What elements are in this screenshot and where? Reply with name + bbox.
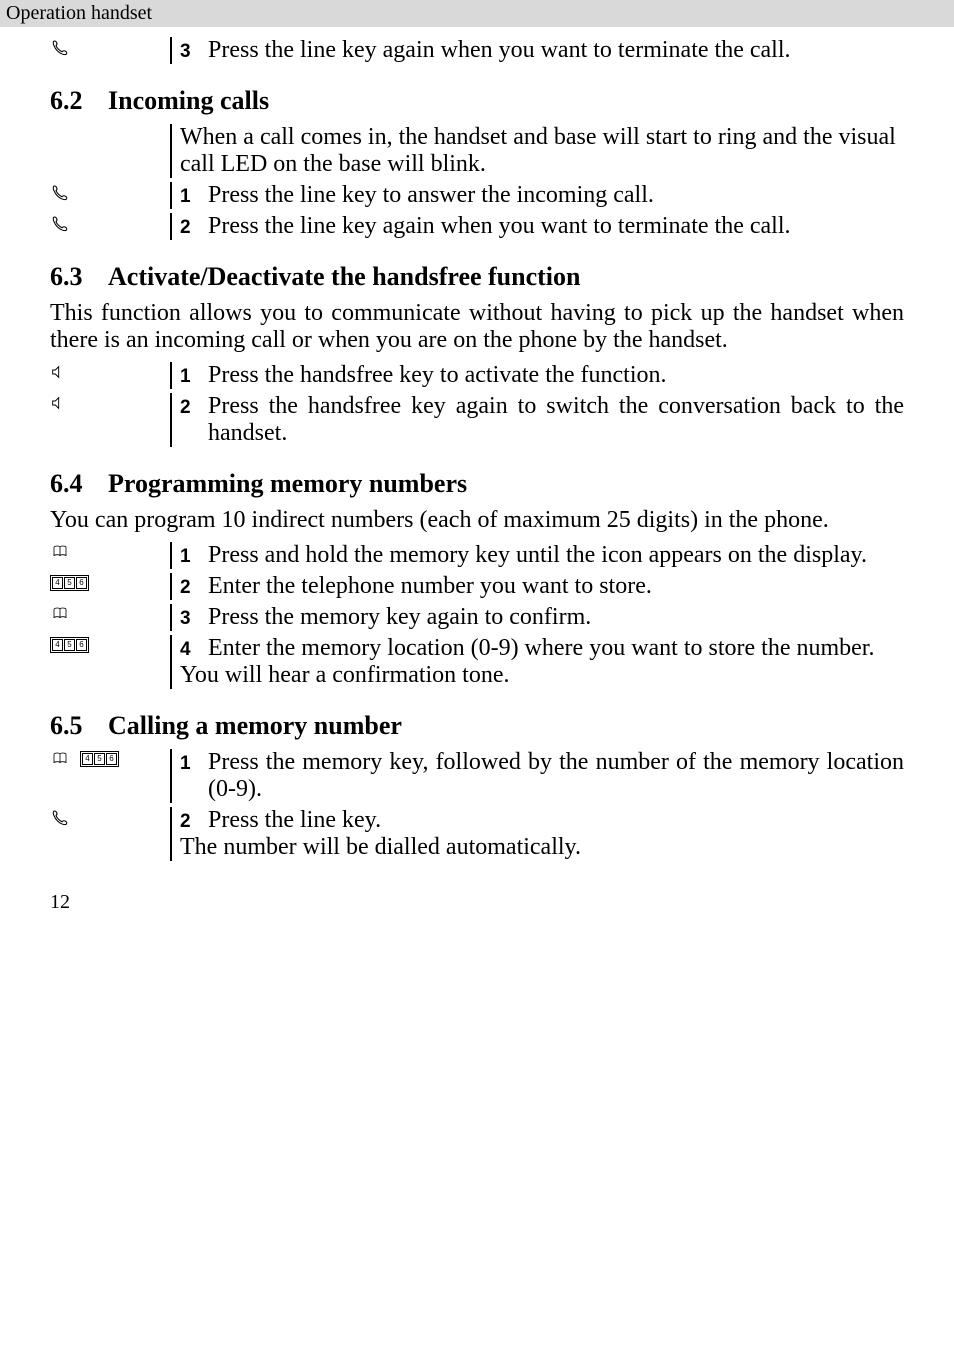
book-icon [50,544,70,560]
phone-icon [50,184,68,202]
step-text: Press the handsfree key to activate the … [208,362,904,389]
phone-icon [50,809,68,827]
step-number: 2 [180,807,208,833]
page-number: 12 [50,891,904,914]
header-text: Operation handset [6,2,152,24]
header-bar: Operation handset [0,0,954,27]
outro-text: You will hear a confirmation tone. [180,662,904,689]
step-number: 4 [180,635,208,661]
step-text: Enter the memory location (0-9) where yo… [208,635,904,662]
step-number: 3 [180,37,208,63]
outro-text: The number will be dialled automatically… [180,834,904,861]
book-icon [50,606,70,622]
step-text: Press the line key again when you want t… [208,213,904,240]
intro-text: This function allows you to communicate … [50,300,904,354]
section-heading-6-3: 6.3Activate/Deactivate the handsfree fun… [50,262,904,292]
step-text: Press the line key again when you want t… [208,37,904,64]
step-text: Press and hold the memory key until the … [208,542,904,569]
step-number: 1 [180,542,208,568]
phone-icon [50,215,68,233]
phone-icon [50,39,68,57]
step-number: 1 [180,362,208,388]
step-text: Enter the telephone number you want to s… [208,573,904,600]
step-text: Press the line key to answer the incomin… [208,182,904,209]
step-text: Press the memory key, followed by the nu… [208,749,904,803]
step-number: 1 [180,182,208,208]
step-number: 2 [180,213,208,239]
keypad-icon: 456 [50,575,89,591]
book-icon [50,751,70,767]
step-text: Press the memory key again to confirm. [208,604,904,631]
keypad-icon: 456 [50,637,89,653]
step-number: 2 [180,393,208,419]
intro-text: You can program 10 indirect numbers (eac… [50,507,904,534]
section-heading-6-2: 6.2Incoming calls [50,86,904,116]
step-number: 3 [180,604,208,630]
line-key-icon-col [50,37,170,57]
section-heading-6-5: 6.5Calling a memory number [50,711,904,741]
speaker-icon [50,364,66,380]
section-heading-6-4: 6.4Programming memory numbers [50,469,904,499]
step-number: 1 [180,749,208,775]
step-text: Press the handsfree key again to switch … [208,393,904,447]
intro-text: When a call comes in, the handset and ba… [180,124,904,178]
step-text: Press the line key. [208,807,904,834]
step-number: 2 [180,573,208,599]
keypad-icon: 456 [80,751,119,767]
speaker-icon [50,395,66,411]
